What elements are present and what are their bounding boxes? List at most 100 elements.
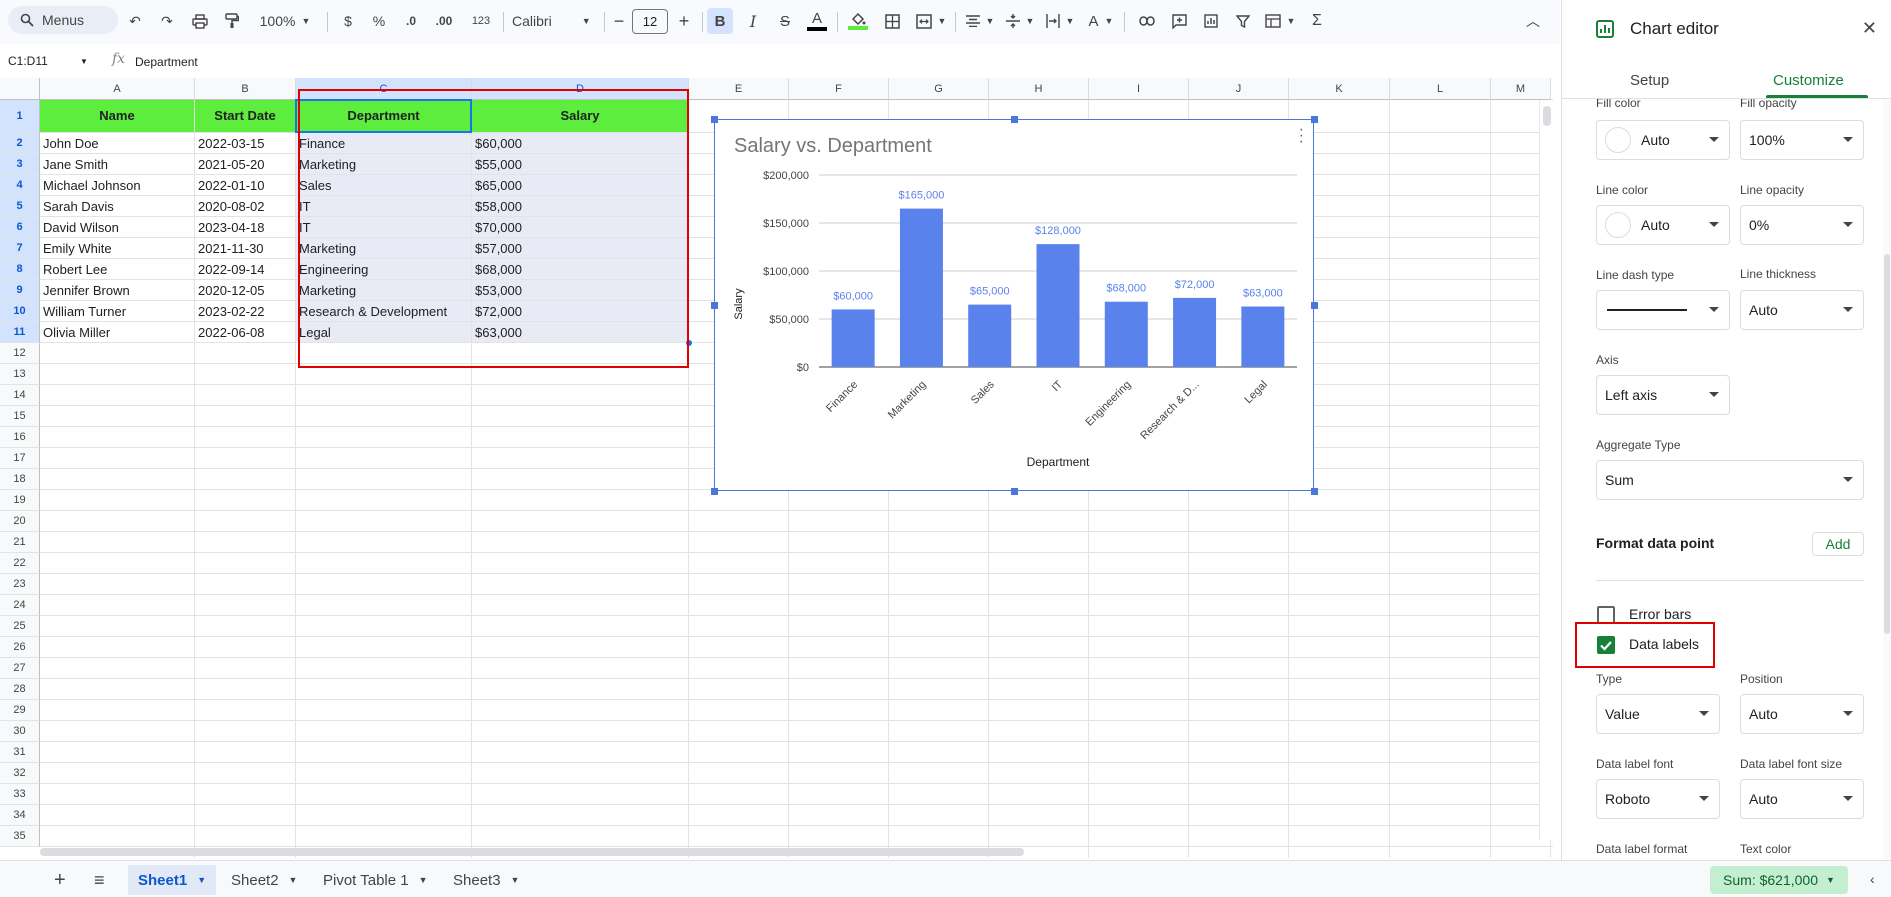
column-header-k[interactable]: K (1289, 78, 1390, 100)
text-rotation-icon[interactable]: A ▼ (1083, 8, 1119, 34)
tab-customize[interactable]: Customize (1773, 72, 1844, 89)
table-cell[interactable]: 2022-03-15 (195, 133, 295, 153)
fill-color-icon[interactable] (845, 8, 871, 34)
increase-font-size-button[interactable]: + (671, 8, 697, 34)
row-header-1[interactable]: 1 (0, 100, 40, 133)
table-cell[interactable]: Robert Lee (40, 259, 194, 279)
row-header-2[interactable]: 2 (0, 133, 40, 154)
tab-setup[interactable]: Setup (1630, 72, 1669, 89)
row-header-33[interactable]: 33 (0, 784, 40, 805)
row-header-11[interactable]: 11 (0, 322, 40, 343)
table-cell[interactable]: Jennifer Brown (40, 280, 194, 300)
decrease-font-size-button[interactable]: − (606, 8, 632, 34)
name-box-dropdown-icon[interactable]: ▼ (80, 57, 88, 66)
expand-side-panel-icon[interactable]: ‹ (1870, 871, 1875, 887)
borders-icon[interactable] (879, 8, 905, 34)
text-color-icon[interactable]: A (804, 8, 830, 34)
insert-chart-icon[interactable] (1198, 8, 1224, 34)
table-cell[interactable]: 2020-12-05 (195, 280, 295, 300)
formula-input[interactable]: Department (135, 55, 198, 69)
zoom-select[interactable]: 100% ▼ (254, 8, 316, 34)
column-header-m[interactable]: M (1491, 78, 1551, 100)
row-header-19[interactable]: 19 (0, 490, 40, 511)
column-header-e[interactable]: E (689, 78, 789, 100)
column-header-j[interactable]: J (1189, 78, 1289, 100)
header-cell[interactable]: Name (40, 100, 194, 132)
resize-handle[interactable] (711, 302, 718, 309)
resize-handle[interactable] (1011, 488, 1018, 495)
line-opacity-dropdown[interactable]: 0% (1740, 205, 1864, 245)
scrollbar-thumb[interactable] (1543, 106, 1551, 126)
column-header-l[interactable]: L (1390, 78, 1491, 100)
sheet-tab-sheet1[interactable]: Sheet1 ▼ (128, 865, 217, 895)
line-color-dropdown[interactable]: Auto (1596, 205, 1730, 245)
table-cell[interactable]: Emily White (40, 238, 194, 258)
line-thickness-dropdown[interactable]: Auto (1740, 290, 1864, 330)
row-header-9[interactable]: 9 (0, 280, 40, 301)
row-header-7[interactable]: 7 (0, 238, 40, 259)
add-sheet-icon[interactable]: + (44, 865, 76, 895)
row-header-16[interactable]: 16 (0, 427, 40, 448)
row-header-29[interactable]: 29 (0, 700, 40, 721)
row-header-15[interactable]: 15 (0, 406, 40, 427)
sheet-tab-sheet3[interactable]: Sheet3 ▼ (443, 865, 529, 895)
sheet-tab-sheet2[interactable]: Sheet2 ▼ (221, 865, 307, 895)
horizontal-align-icon[interactable]: ▼ (962, 8, 998, 34)
row-header-14[interactable]: 14 (0, 385, 40, 406)
sheet-tab-pivot-table-1[interactable]: Pivot Table 1 ▼ (313, 865, 438, 895)
row-header-28[interactable]: 28 (0, 679, 40, 700)
table-cell[interactable]: 2023-02-22 (195, 301, 295, 321)
row-header-12[interactable]: 12 (0, 343, 40, 364)
fill-opacity-dropdown[interactable]: 100% (1740, 120, 1864, 160)
row-header-25[interactable]: 25 (0, 616, 40, 637)
resize-handle[interactable] (711, 488, 718, 495)
row-header-4[interactable]: 4 (0, 175, 40, 196)
print-icon[interactable] (187, 8, 213, 34)
decrease-decimal-button[interactable]: .0 (398, 8, 424, 34)
label-position-dropdown[interactable]: Auto (1740, 694, 1864, 734)
percent-format-button[interactable]: % (366, 8, 392, 34)
data-label-font-size-dropdown[interactable]: Auto (1740, 779, 1864, 819)
resize-handle[interactable] (1011, 116, 1018, 123)
editor-scrollbar[interactable] (1883, 99, 1891, 860)
functions-icon[interactable]: Σ (1304, 8, 1330, 34)
row-header-10[interactable]: 10 (0, 301, 40, 322)
select-all-corner[interactable] (0, 78, 40, 100)
row-header-31[interactable]: 31 (0, 742, 40, 763)
add-data-point-button[interactable]: Add (1812, 532, 1864, 556)
paint-format-icon[interactable] (219, 8, 245, 34)
row-header-32[interactable]: 32 (0, 763, 40, 784)
menus-search[interactable]: Menus (8, 6, 118, 34)
more-formats-button[interactable]: 123 (465, 8, 497, 34)
row-header-13[interactable]: 13 (0, 364, 40, 385)
row-header-3[interactable]: 3 (0, 154, 40, 175)
resize-handle[interactable] (1311, 302, 1318, 309)
row-header-22[interactable]: 22 (0, 553, 40, 574)
row-header-27[interactable]: 27 (0, 658, 40, 679)
row-header-26[interactable]: 26 (0, 637, 40, 658)
row-header-5[interactable]: 5 (0, 196, 40, 217)
bold-button[interactable]: B (707, 8, 733, 34)
resize-handle[interactable] (711, 116, 718, 123)
name-box[interactable]: C1:D11 (8, 54, 88, 68)
row-header-21[interactable]: 21 (0, 532, 40, 553)
row-header-17[interactable]: 17 (0, 448, 40, 469)
redo-icon[interactable]: ↷ (154, 8, 180, 34)
axis-dropdown[interactable]: Left axis (1596, 375, 1730, 415)
header-cell[interactable]: Start Date (195, 100, 295, 132)
label-type-dropdown[interactable]: Value (1596, 694, 1720, 734)
table-cell[interactable]: 2020-08-02 (195, 196, 295, 216)
merge-cells-icon[interactable]: ▼ (913, 8, 949, 34)
row-header-30[interactable]: 30 (0, 721, 40, 742)
comment-icon[interactable] (1166, 8, 1192, 34)
column-header-b[interactable]: B (195, 78, 296, 100)
row-header-34[interactable]: 34 (0, 805, 40, 826)
table-icon[interactable]: ▼ (1262, 8, 1298, 34)
row-header-35[interactable]: 35 (0, 826, 40, 847)
increase-decimal-button[interactable]: .00 (431, 8, 457, 34)
vertical-align-icon[interactable]: ▼ (1002, 8, 1038, 34)
column-header-g[interactable]: G (889, 78, 989, 100)
data-label-font-dropdown[interactable]: Roboto (1596, 779, 1720, 819)
resize-handle[interactable] (1311, 488, 1318, 495)
strikethrough-button[interactable]: S (772, 8, 798, 34)
